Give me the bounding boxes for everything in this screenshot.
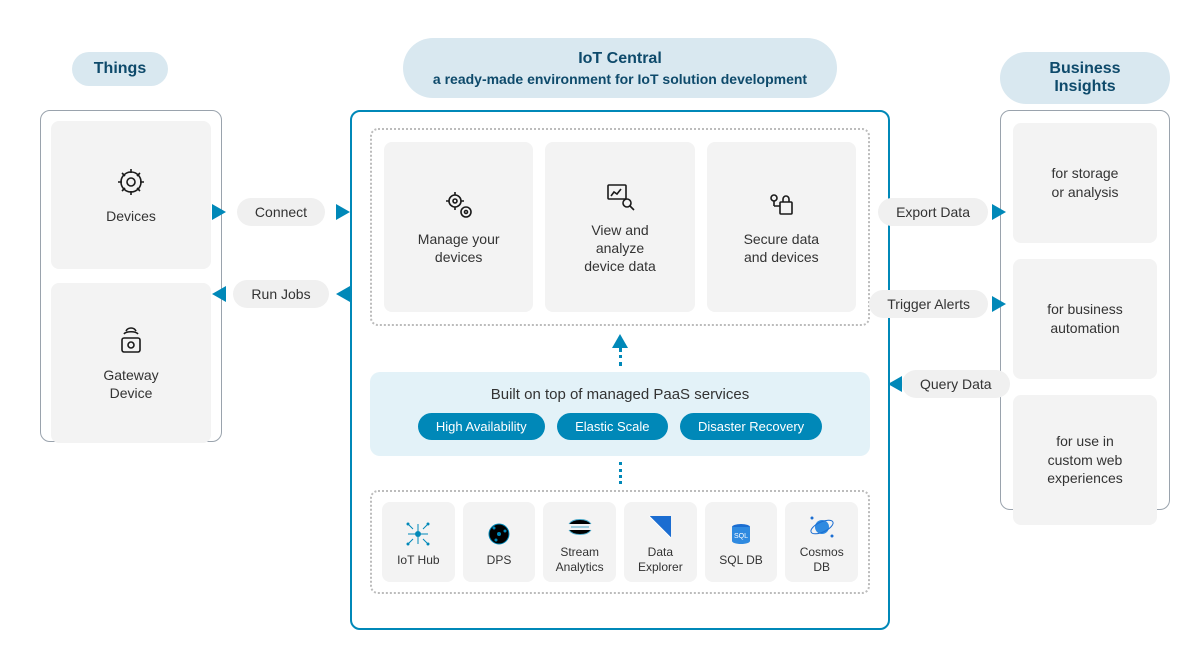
paas-pill-disaster-recovery: Disaster Recovery: [680, 413, 822, 440]
iot-central-title-line1: IoT Central: [433, 48, 807, 70]
trigger-alerts-label: Trigger Alerts: [869, 290, 988, 318]
insights-title-pill: Business Insights: [1000, 52, 1170, 104]
gateway-device-label: Gateway Device: [103, 366, 158, 402]
paas-heading: Built on top of managed PaaS services: [382, 386, 858, 403]
run-jobs-label: Run Jobs: [233, 280, 328, 308]
svc-sql-db: SQL SQL DB: [705, 502, 778, 582]
cosmos-db-icon: [807, 512, 837, 545]
svc-cosmos-db: Cosmos DB: [785, 502, 858, 582]
secure-data-card: Secure data and devices: [707, 142, 856, 312]
insights-box: for storage or analysis for business aut…: [1000, 110, 1170, 510]
svc-data-explorer-label: Data Explorer: [638, 545, 683, 574]
insight-custom-web-label: for use in custom web experiences: [1047, 432, 1123, 489]
arrow-left-icon: [212, 286, 226, 302]
svc-iot-hub: IoT Hub: [382, 502, 455, 582]
paas-box: Built on top of managed PaaS services Hi…: [370, 372, 870, 456]
insight-storage-analysis: for storage or analysis: [1013, 123, 1157, 243]
things-title-pill: Things: [72, 52, 168, 86]
secure-data-label: Secure data and devices: [744, 230, 820, 266]
connector-run-jobs: Run Jobs: [212, 280, 350, 308]
arrow-right-icon: [336, 204, 350, 220]
svc-cosmos-db-label: Cosmos DB: [800, 545, 844, 574]
arrow-right-icon: [992, 204, 1006, 220]
connector-trigger-alerts: Trigger Alerts: [888, 290, 1006, 318]
gear-circle-icon: [114, 165, 148, 199]
paas-pill-high-availability: High Availability: [418, 413, 545, 440]
iot-central-title-line2: a ready-made environment for IoT solutio…: [433, 70, 807, 89]
connect-label: Connect: [237, 198, 325, 226]
devices-card: Devices: [51, 121, 211, 269]
svc-dps: DPS: [463, 502, 536, 582]
shield-lock-icon: [764, 188, 798, 222]
paas-pill-elastic-scale: Elastic Scale: [557, 413, 667, 440]
svc-data-explorer: Data Explorer: [624, 502, 697, 582]
things-box: Devices Gateway Device: [40, 110, 222, 442]
manage-devices-card: Manage your devices: [384, 142, 533, 312]
svc-stream-analytics: Stream Analytics: [543, 502, 616, 582]
sql-db-icon: SQL: [726, 519, 756, 552]
chart-search-icon: [603, 179, 637, 213]
svc-sql-db-label: SQL DB: [719, 553, 763, 567]
svg-text:SQL: SQL: [734, 533, 748, 540]
gateway-device-card: Gateway Device: [51, 283, 211, 443]
arrow-right-icon: [212, 204, 226, 220]
iot-hub-icon: [403, 519, 433, 552]
gateway-device-icon: [114, 324, 148, 358]
data-explorer-icon: [645, 512, 675, 545]
insight-business-automation-label: for business automation: [1047, 300, 1122, 338]
insight-storage-analysis-label: for storage or analysis: [1052, 164, 1119, 202]
arrow-up-icon: [612, 334, 628, 348]
iot-central-box: Manage your devices View and analyze dev…: [350, 110, 890, 630]
stream-analytics-icon: [565, 512, 595, 545]
svc-dps-label: DPS: [487, 553, 512, 567]
view-analyze-label: View and analyze device data: [584, 221, 656, 276]
insight-custom-web: for use in custom web experiences: [1013, 395, 1157, 525]
vertical-dots-top: [619, 348, 622, 366]
manage-devices-label: Manage your devices: [418, 230, 500, 266]
connector-export-data: Export Data: [888, 198, 1006, 226]
services-row: IoT Hub DPS Stream Analytics Data Explor…: [370, 490, 870, 594]
connector-connect: Connect: [212, 198, 350, 226]
vertical-dots-bottom: [619, 462, 622, 484]
gears-icon: [442, 188, 476, 222]
arrow-left-icon: [888, 376, 902, 392]
arrow-right-icon: [992, 296, 1006, 312]
insight-business-automation: for business automation: [1013, 259, 1157, 379]
svc-stream-analytics-label: Stream Analytics: [556, 545, 604, 574]
query-data-label: Query Data: [902, 370, 1010, 398]
devices-label: Devices: [106, 207, 156, 225]
export-data-label: Export Data: [878, 198, 988, 226]
dps-icon: [484, 519, 514, 552]
arrow-left-icon: [336, 286, 350, 302]
connector-query-data: Query Data: [888, 370, 1006, 398]
iot-central-title-pill: IoT Central a ready-made environment for…: [403, 38, 837, 98]
svc-iot-hub-label: IoT Hub: [397, 553, 439, 567]
view-analyze-card: View and analyze device data: [545, 142, 694, 312]
top-capabilities-row: Manage your devices View and analyze dev…: [370, 128, 870, 326]
